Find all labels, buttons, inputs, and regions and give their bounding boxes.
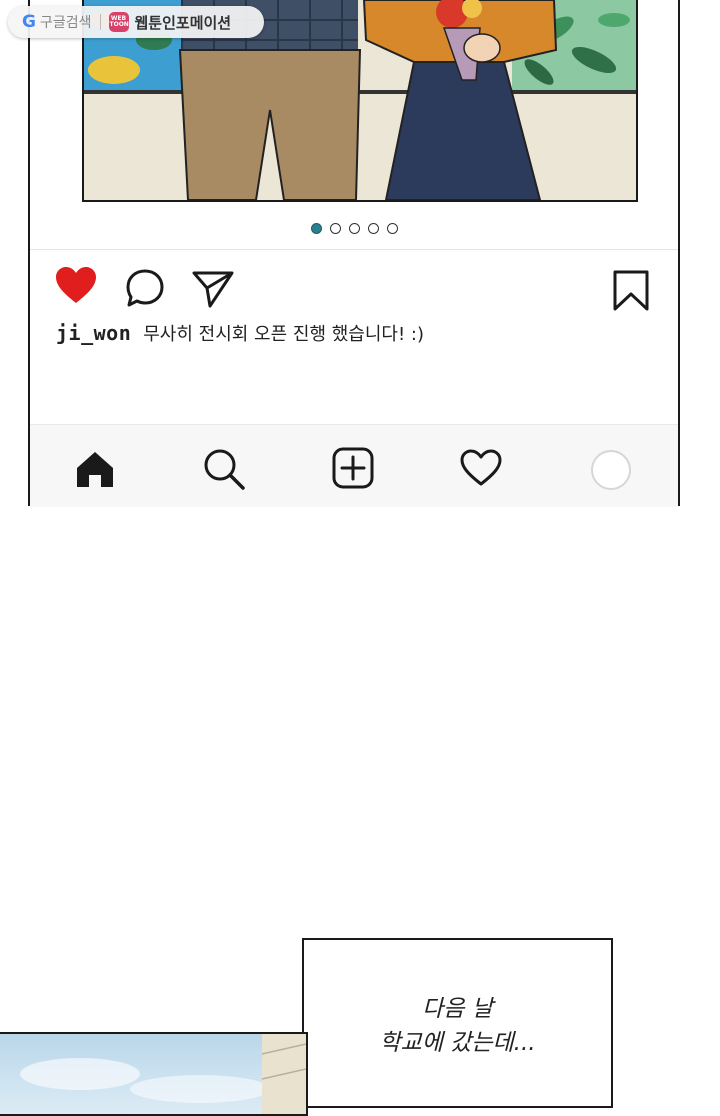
caption-text: 무사히 전시회 오픈 진행 했습니다! :): [143, 324, 424, 345]
carousel-dot[interactable]: [367, 223, 379, 234]
search-icon[interactable]: [202, 447, 246, 495]
home-icon[interactable]: [74, 449, 116, 493]
carousel-dot[interactable]: [348, 223, 360, 234]
carousel-indicator[interactable]: [30, 223, 678, 239]
profile-avatar[interactable]: [590, 449, 632, 495]
webtoon-info-label[interactable]: 웹툰인포메이션: [135, 12, 232, 33]
post-caption: ji_won 무사히 전시회 오픈 진행 했습니다! :): [56, 320, 424, 346]
instagram-post-frame: ji_won 무사히 전시회 오픈 진행 했습니다! :): [28, 0, 680, 507]
post-username[interactable]: ji_won: [56, 321, 131, 345]
carousel-dot[interactable]: [310, 223, 322, 234]
google-icon: G: [22, 12, 36, 32]
sky-illustration: [20, 1034, 306, 1114]
source-badge[interactable]: G 구글검색 WEB TOON 웹툰인포메이션: [8, 6, 264, 38]
divider: [30, 249, 678, 250]
add-post-icon[interactable]: [332, 447, 374, 493]
post-actions: [30, 266, 678, 314]
comment-icon[interactable]: [124, 268, 166, 314]
webtoon-logo-icon: WEB TOON: [108, 12, 129, 32]
carousel-dot[interactable]: [329, 223, 341, 234]
google-search-label[interactable]: 구글검색: [40, 12, 92, 32]
narration-line-2: 학교에 갔는데...: [379, 1030, 536, 1056]
badge-divider: [99, 14, 101, 30]
webtoon-logo-text: WEB TOON: [109, 15, 129, 28]
bookmark-icon[interactable]: [612, 270, 650, 316]
narration-box: 다음 날 학교에 갔는데...: [302, 938, 613, 1108]
next-panel: [0, 1032, 308, 1116]
activity-heart-icon[interactable]: [460, 449, 502, 491]
narration-line-1: 다음 날: [422, 996, 493, 1022]
send-icon[interactable]: [190, 268, 236, 314]
heart-filled-icon[interactable]: [54, 266, 98, 310]
bottom-nav-bar: [30, 424, 678, 507]
carousel-dot[interactable]: [386, 223, 398, 234]
